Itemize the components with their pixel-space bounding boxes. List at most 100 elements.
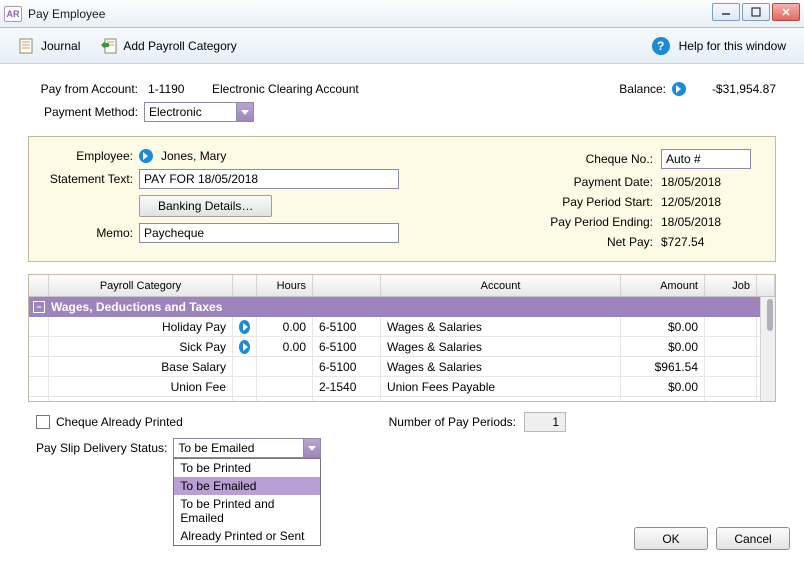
memo-label: Memo: (43, 226, 139, 240)
employee-name: Jones, Mary (161, 149, 226, 163)
cancel-button[interactable]: Cancel (716, 527, 790, 550)
cell-amount: $0.00 (621, 337, 705, 356)
payment-method-label: Payment Method: (28, 105, 144, 119)
delivery-status-dropdown[interactable]: To be PrintedTo be EmailedTo be Printed … (173, 458, 321, 546)
balance-arrow-icon[interactable] (672, 82, 686, 96)
net-pay-value: $727.54 (661, 235, 761, 249)
cell-hours: 0.00 (257, 337, 313, 356)
cell-account-code: 6-5100 (313, 357, 381, 376)
cell-category: Sick Pay (49, 337, 233, 356)
table-row[interactable]: Holiday Pay 0.006-5100Wages & Salaries$0.… (29, 317, 775, 337)
toolbar: Journal Add Payroll Category ? Help for … (0, 28, 804, 64)
cell-account-code: 6-5100 (313, 317, 381, 336)
cell-account-code: 2-1530 (313, 397, 381, 401)
cell-account-code: 6-5100 (313, 337, 381, 356)
statement-text-label: Statement Text: (43, 172, 139, 186)
table-row[interactable]: Salary Sacrifice2-1530Superannuation Pay… (29, 397, 775, 401)
ok-button[interactable]: OK (634, 527, 708, 550)
cell-amount: $961.54 (621, 357, 705, 376)
cell-arrow (233, 357, 257, 376)
cell-hours (257, 397, 313, 401)
period-start-label: Pay Period Start: (441, 195, 661, 209)
cell-amount: $0.00 (621, 317, 705, 336)
cell-arrow[interactable] (233, 337, 257, 356)
col-amount[interactable]: Amount (621, 275, 705, 296)
delivery-option[interactable]: To be Printed (174, 459, 320, 477)
table-row[interactable]: Sick Pay 0.006-5100Wages & Salaries$0.00 (29, 337, 775, 357)
cell-hours (257, 377, 313, 396)
delivery-option[interactable]: Already Printed or Sent (174, 527, 320, 545)
cell-account-name: Union Fees Payable (381, 377, 621, 396)
cell-hours: 0.00 (257, 317, 313, 336)
help-button[interactable]: ? Help for this window (646, 34, 792, 58)
cell-account-name: Wages & Salaries (381, 317, 621, 336)
delivery-status-select[interactable]: To be Emailed (173, 438, 321, 458)
num-periods-input[interactable]: 1 (524, 412, 566, 432)
employee-panel: Employee: Jones, Mary Statement Text: PA… (28, 136, 776, 262)
help-label: Help for this window (679, 39, 786, 53)
payment-method-value: Electronic (149, 105, 202, 119)
payment-date-label: Payment Date: (441, 175, 661, 189)
statement-text-input[interactable]: PAY FOR 18/05/2018 (139, 169, 399, 189)
window-title: Pay Employee (28, 7, 105, 21)
cell-hours (257, 357, 313, 376)
collapse-icon[interactable]: − (33, 301, 45, 313)
payroll-grid[interactable]: Payroll Category Hours Account Amount Jo… (28, 274, 776, 402)
banking-details-button[interactable]: Banking Details… (139, 195, 272, 217)
num-periods-value: 1 (552, 415, 559, 429)
memo-value: Paycheque (144, 226, 204, 240)
col-job[interactable]: Job (705, 275, 757, 296)
app-icon: AR (4, 6, 22, 22)
titlebar: AR Pay Employee (0, 0, 804, 28)
cell-account-code: 2-1540 (313, 377, 381, 396)
cheque-no-input[interactable]: Auto # (661, 149, 751, 169)
period-start-value: 12/05/2018 (661, 195, 761, 209)
period-end-label: Pay Period Ending: (441, 215, 661, 229)
cell-amount: $0.00 (621, 377, 705, 396)
delivery-option[interactable]: To be Printed and Emailed (174, 495, 320, 527)
cheque-already-printed-label: Cheque Already Printed (56, 415, 183, 429)
maximize-button[interactable] (742, 3, 770, 21)
chevron-down-icon (236, 103, 253, 121)
journal-icon (18, 37, 36, 55)
payment-method-select[interactable]: Electronic (144, 102, 254, 122)
grid-section-header[interactable]: − Wages, Deductions and Taxes (29, 297, 775, 317)
cell-amount: -$100.00 (621, 397, 705, 401)
cell-arrow (233, 397, 257, 401)
help-icon: ? (652, 37, 670, 55)
close-button[interactable] (772, 3, 800, 21)
cell-category: Holiday Pay (49, 317, 233, 336)
delivery-status-label: Pay Slip Delivery Status: (36, 441, 167, 455)
cell-account-name: Wages & Salaries (381, 337, 621, 356)
table-row[interactable]: Base Salary6-5100Wages & Salaries$961.54 (29, 357, 775, 377)
table-row[interactable]: Union Fee2-1540Union Fees Payable$0.00 (29, 377, 775, 397)
zoom-arrow-icon[interactable] (239, 320, 250, 334)
num-periods-label: Number of Pay Periods: (389, 415, 516, 429)
delivery-option[interactable]: To be Emailed (174, 477, 320, 495)
journal-button[interactable]: Journal (12, 34, 86, 58)
col-hours[interactable]: Hours (257, 275, 313, 296)
statement-text-value: PAY FOR 18/05/2018 (144, 172, 258, 186)
cheque-already-printed-checkbox[interactable] (36, 415, 50, 429)
col-payroll-category[interactable]: Payroll Category (49, 275, 233, 296)
journal-label: Journal (41, 39, 80, 53)
add-category-label: Add Payroll Category (123, 39, 236, 53)
chevron-down-icon (303, 439, 320, 457)
minimize-button[interactable] (712, 3, 740, 21)
cell-category: Salary Sacrifice (49, 397, 233, 401)
zoom-arrow-icon[interactable] (239, 340, 250, 354)
net-pay-label: Net Pay: (441, 235, 661, 249)
add-payroll-category-button[interactable]: Add Payroll Category (94, 34, 242, 58)
pay-from-account-name: Electronic Clearing Account (194, 82, 359, 96)
grid-header: Payroll Category Hours Account Amount Jo… (29, 275, 775, 297)
grid-scrollbar[interactable] (760, 297, 775, 401)
period-end-value: 18/05/2018 (661, 215, 761, 229)
employee-label: Employee: (43, 149, 139, 163)
employee-picker-icon[interactable] (139, 149, 153, 163)
col-account[interactable]: Account (381, 275, 621, 296)
memo-input[interactable]: Paycheque (139, 223, 399, 243)
add-category-icon (100, 37, 118, 55)
grid-section-label: Wages, Deductions and Taxes (51, 300, 222, 314)
balance-label: Balance: (619, 82, 666, 96)
cell-arrow[interactable] (233, 317, 257, 336)
